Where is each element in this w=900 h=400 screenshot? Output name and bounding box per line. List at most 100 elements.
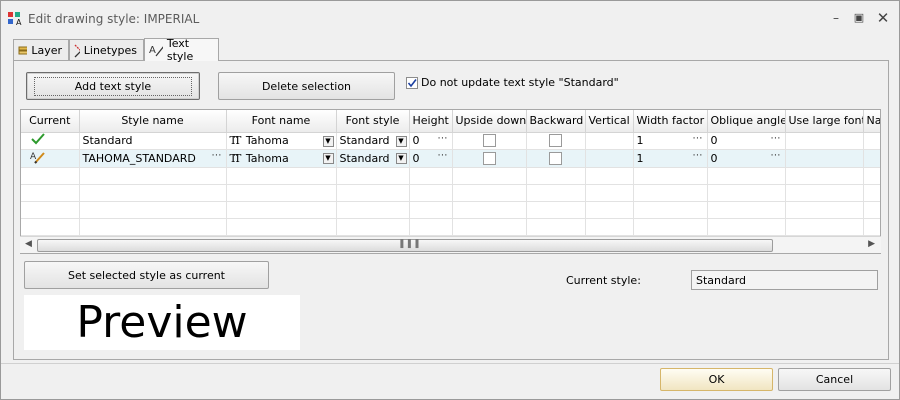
tab-label: Text style — [166, 37, 194, 63]
delete-selection-label: Delete selection — [261, 79, 352, 93]
upside-down-cell[interactable] — [452, 149, 527, 168]
svg-text:A: A — [149, 45, 156, 56]
column-header-use-large-font[interactable]: Use large font — [785, 110, 864, 133]
tab-linetypes[interactable]: Linetypes — [69, 39, 144, 61]
do-not-update-checkbox[interactable] — [406, 76, 418, 89]
current-cell[interactable] — [21, 132, 80, 150]
backward-cell[interactable] — [526, 132, 586, 150]
font-style-cell[interactable]: Standard ▼ — [336, 149, 410, 168]
do-not-update-option[interactable]: Do not update text style "Standard" — [406, 76, 619, 89]
text-style-icon: A — [149, 45, 163, 57]
current-style-label: Current style: — [566, 274, 641, 287]
backward-checkbox[interactable] — [549, 134, 562, 148]
column-header-font-style[interactable]: Font style — [336, 110, 410, 133]
layers-icon — [18, 46, 28, 54]
style-name-cell[interactable]: Standard — [79, 132, 227, 150]
horizontal-scrollbar[interactable]: ◀ ❚❚❚ ▶ — [20, 236, 881, 253]
height-cell[interactable]: 0 ⋯ — [409, 149, 453, 168]
font-style-dropdown-button[interactable]: ▼ — [395, 135, 407, 147]
font-name-cell[interactable]: TT Tahoma ▼ — [226, 132, 337, 150]
close-button[interactable]: ✕ — [874, 9, 892, 27]
style-name-cell[interactable]: TAHOMA_STANDARD ⋯ — [79, 149, 227, 168]
backward-checkbox[interactable] — [549, 151, 562, 165]
footer-divider — [1, 363, 899, 364]
window-title: Edit drawing style: IMPERIAL — [28, 12, 200, 26]
column-header-font-name[interactable]: Font name — [226, 110, 337, 133]
do-not-update-label: Do not update text style "Standard" — [421, 76, 619, 89]
oblique-angle-value: 0 — [710, 151, 718, 165]
current-style-field: Standard — [691, 270, 878, 290]
column-header-upside-down[interactable]: Upside down — [452, 110, 527, 133]
backward-cell[interactable] — [526, 149, 586, 168]
style-name-value: TAHOMA_STANDARD — [82, 151, 196, 165]
height-cell[interactable]: 0 ⋯ — [409, 132, 453, 150]
scroll-right-arrow-icon[interactable]: ▶ — [868, 239, 875, 249]
name-cell[interactable] — [863, 132, 880, 150]
oblique-angle-cell[interactable]: 0 ⋯ — [707, 132, 786, 150]
vertical-cell[interactable] — [585, 132, 634, 150]
cancel-button[interactable]: Cancel — [778, 368, 891, 391]
scrollbar-thumb[interactable]: ❚❚❚ — [37, 239, 773, 252]
width-factor-ellipsis-button[interactable]: ⋯ — [693, 133, 703, 144]
column-header-current[interactable]: Current — [21, 110, 80, 133]
empty-row — [21, 184, 880, 202]
style-name-ellipsis-button[interactable]: ⋯ — [212, 150, 222, 161]
edit-drawing-style-dialog: A Edit drawing style: IMPERIAL – ▣ ✕ Lay… — [0, 0, 900, 400]
linetypes-icon — [74, 44, 80, 57]
font-name-cell[interactable]: TT Tahoma ▼ — [226, 149, 337, 168]
scroll-left-arrow-icon[interactable]: ◀ — [25, 239, 32, 249]
column-header-height[interactable]: Height — [409, 110, 453, 133]
tab-text-style[interactable]: A Text style — [144, 37, 219, 63]
upside-down-checkbox[interactable] — [482, 151, 496, 165]
ok-button[interactable]: OK — [660, 368, 773, 391]
height-ellipsis-button[interactable]: ⋯ — [438, 133, 448, 144]
oblique-angle-cell[interactable]: 0 ⋯ — [707, 149, 786, 168]
height-value: 0 — [412, 134, 420, 147]
font-name-dropdown-button[interactable]: ▼ — [322, 135, 334, 147]
column-header-width-factor[interactable]: Width factor — [633, 110, 708, 133]
width-factor-cell[interactable]: 1 ⋯ — [633, 149, 708, 168]
text-style-grid: Current Style name Font name Font style … — [20, 109, 881, 254]
grid-header-row: Current Style name Font name Font style … — [21, 110, 880, 133]
tab-layer[interactable]: Layer — [13, 39, 69, 61]
use-large-font-cell[interactable] — [785, 149, 864, 168]
name-cell[interactable] — [863, 149, 880, 168]
tab-label: Layer — [31, 44, 62, 57]
column-header-oblique-angle[interactable]: Oblique angle — [707, 110, 786, 133]
empty-row — [21, 218, 880, 236]
tab-label: Linetypes — [83, 44, 137, 57]
oblique-ellipsis-button[interactable]: ⋯ — [771, 150, 781, 161]
font-style-cell[interactable]: Standard ▼ — [336, 132, 410, 150]
current-cell[interactable]: A — [21, 149, 80, 168]
app-icon: A — [8, 12, 22, 27]
font-style-value: Standard — [339, 134, 390, 147]
column-header-backward[interactable]: Backward — [526, 110, 586, 133]
height-ellipsis-button[interactable]: ⋯ — [438, 150, 448, 161]
set-current-pencil-icon: A — [30, 152, 45, 164]
add-text-style-label: Add text style — [33, 76, 193, 96]
font-style-dropdown-button[interactable]: ▼ — [395, 152, 407, 164]
add-text-style-button[interactable]: Add text style — [26, 72, 200, 100]
upside-down-cell[interactable] — [452, 132, 527, 150]
width-factor-cell[interactable]: 1 ⋯ — [633, 132, 708, 150]
vertical-cell[interactable] — [585, 149, 634, 168]
column-header-vertical[interactable]: Vertical — [585, 110, 634, 133]
column-header-style-name[interactable]: Style name — [79, 110, 227, 133]
width-factor-value: 1 — [636, 151, 644, 165]
upside-down-checkbox[interactable] — [482, 134, 496, 148]
use-large-font-cell[interactable] — [785, 132, 864, 150]
oblique-angle-value: 0 — [710, 134, 718, 147]
delete-selection-button[interactable]: Delete selection — [218, 72, 395, 100]
maximize-button[interactable]: ▣ — [850, 9, 868, 27]
table-row[interactable]: A TAHOMA_STANDARD ⋯ TT Tahoma ▼ Standard… — [21, 149, 880, 168]
font-name-dropdown-button[interactable]: ▼ — [322, 152, 334, 164]
oblique-ellipsis-button[interactable]: ⋯ — [771, 133, 781, 144]
width-factor-ellipsis-button[interactable]: ⋯ — [693, 150, 703, 161]
table-row[interactable]: Standard TT Tahoma ▼ Standard ▼ 0 ⋯ 1 ⋯ … — [21, 132, 880, 150]
minimize-button[interactable]: – — [827, 9, 845, 27]
cancel-label: Cancel — [815, 373, 854, 386]
set-current-style-button[interactable]: Set selected style as current — [24, 261, 269, 289]
empty-row — [21, 167, 880, 185]
column-header-name-truncated[interactable]: Na — [863, 110, 880, 133]
truetype-font-icon: TT — [229, 134, 242, 147]
